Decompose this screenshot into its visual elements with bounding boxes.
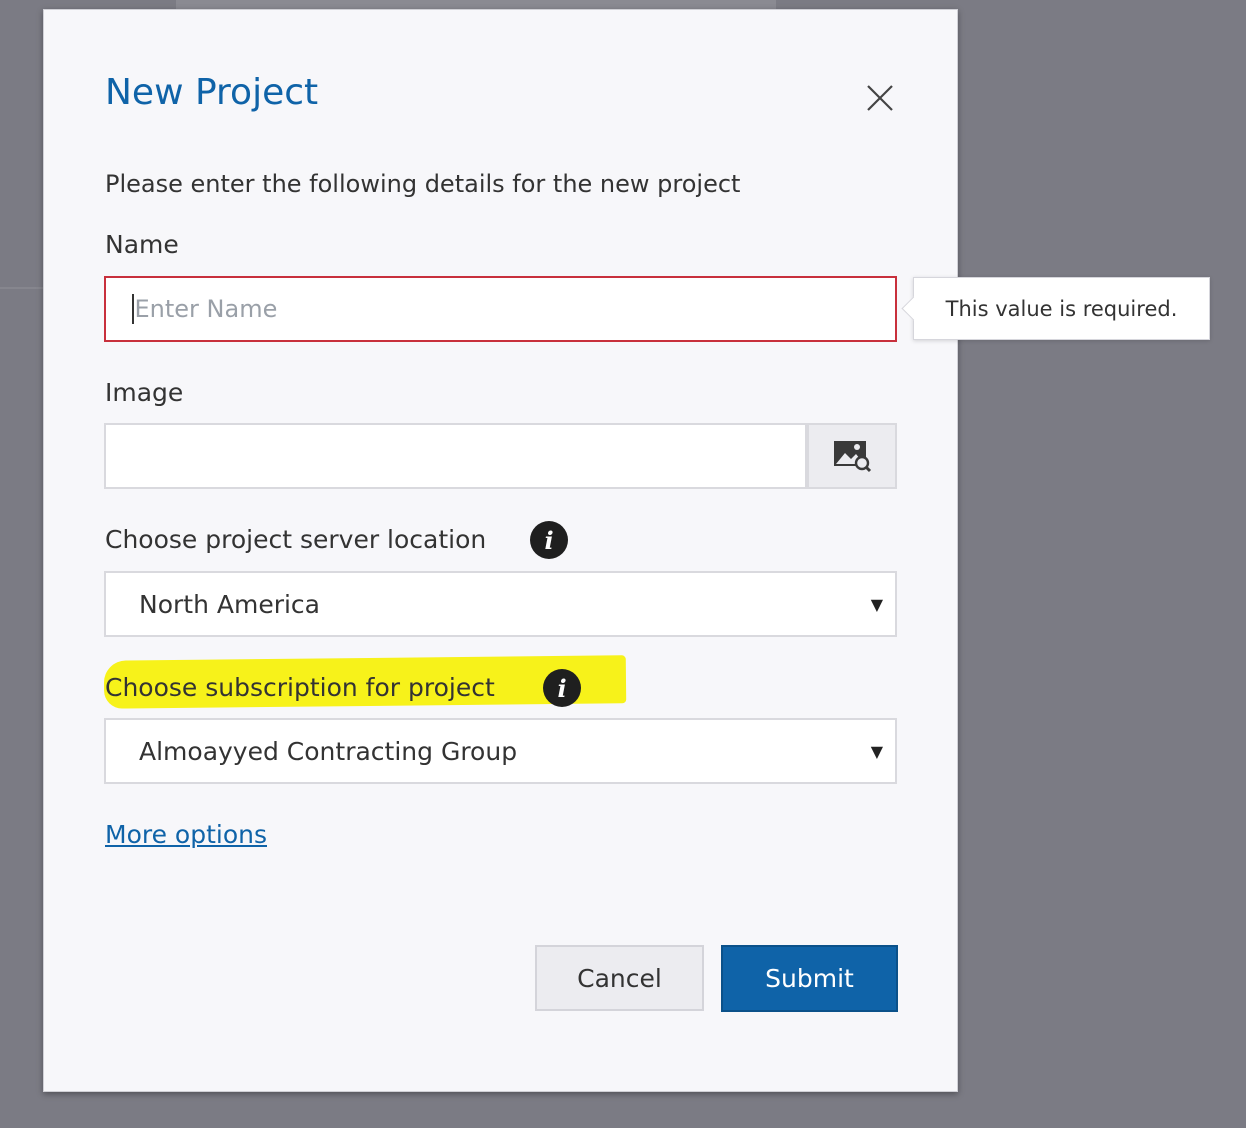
- name-placeholder: Enter Name: [134, 295, 278, 323]
- subscription-select[interactable]: Almoayyed Contracting Group ▼: [104, 718, 897, 784]
- dialog-title: New Project: [105, 72, 319, 113]
- validation-tooltip: This value is required.: [901, 277, 1210, 340]
- close-button[interactable]: [862, 80, 898, 116]
- subscription-value: Almoayyed Contracting Group: [139, 736, 518, 766]
- image-label: Image: [105, 378, 184, 407]
- submit-button[interactable]: Submit: [721, 945, 898, 1012]
- name-label: Name: [105, 230, 179, 259]
- cancel-button[interactable]: Cancel: [535, 945, 704, 1011]
- name-input[interactable]: Enter Name: [104, 276, 897, 342]
- server-location-value: North America: [139, 589, 320, 619]
- server-location-label: Choose project server location: [105, 525, 487, 554]
- new-project-dialog: New Project Please enter the following d…: [43, 9, 958, 1092]
- text-cursor: [132, 294, 134, 324]
- image-browse-button[interactable]: [807, 423, 897, 489]
- background-divider: [0, 287, 44, 289]
- image-search-icon: [834, 441, 872, 473]
- info-icon[interactable]: i: [530, 521, 568, 559]
- subscription-label: Choose subscription for project: [105, 673, 495, 702]
- server-location-select[interactable]: North America ▼: [104, 571, 897, 637]
- image-input[interactable]: [104, 423, 807, 489]
- dropdown-arrow-icon: ▼: [870, 595, 883, 614]
- validation-message: This value is required.: [945, 296, 1178, 321]
- dialog-intro: Please enter the following details for t…: [105, 170, 741, 198]
- close-icon: [867, 85, 893, 111]
- svg-text:i: i: [544, 526, 553, 555]
- svg-text:i: i: [557, 674, 566, 703]
- info-icon[interactable]: i: [543, 669, 581, 707]
- dropdown-arrow-icon: ▼: [870, 742, 883, 761]
- more-options-link[interactable]: More options: [105, 820, 267, 849]
